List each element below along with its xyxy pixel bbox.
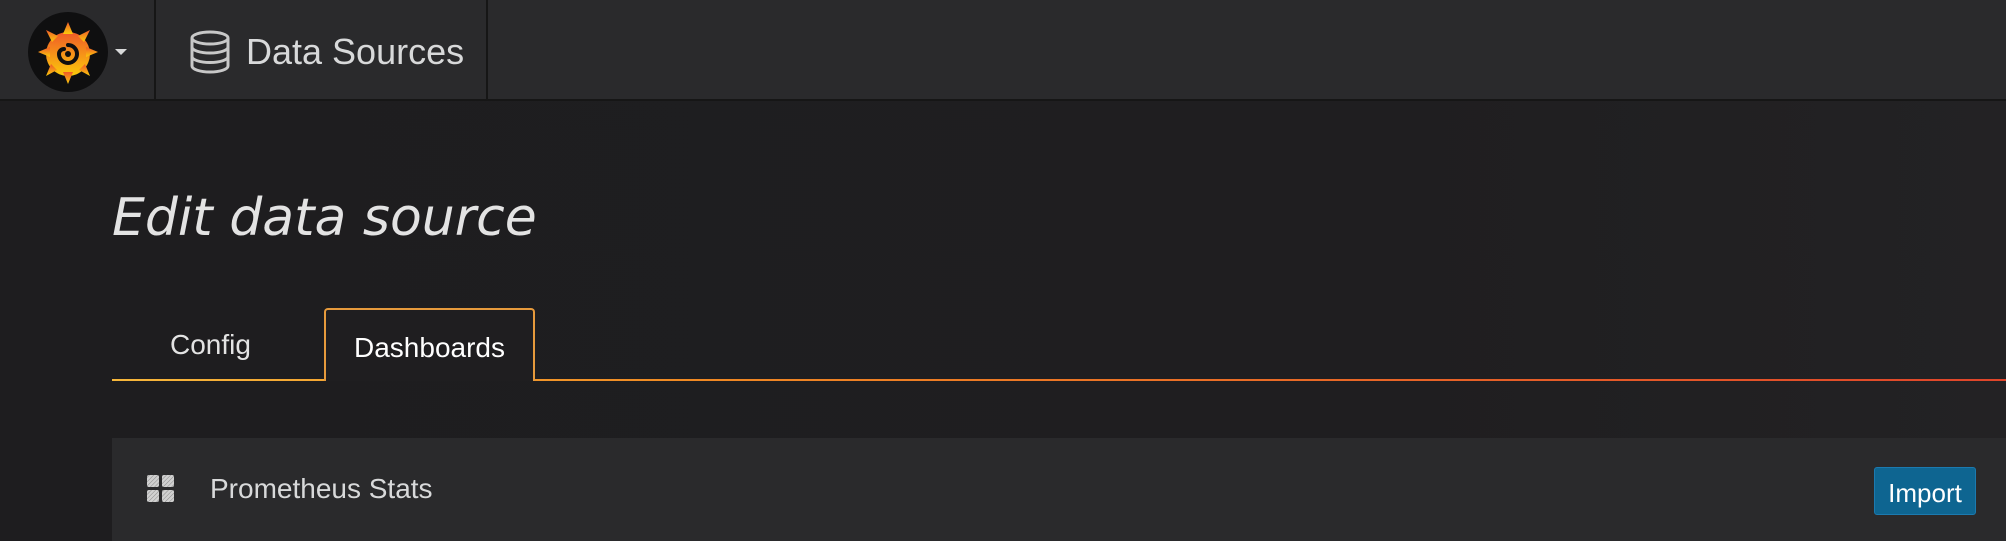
main-menu-button[interactable] bbox=[0, 0, 156, 101]
tab-config[interactable]: Config bbox=[112, 304, 312, 380]
page-title: Edit data source bbox=[112, 188, 537, 248]
dashboard-name: Prometheus Stats bbox=[210, 473, 433, 504]
section-title-label: Data Sources bbox=[246, 31, 465, 72]
caret-down-icon bbox=[115, 49, 127, 55]
import-button[interactable]: Import bbox=[1874, 467, 1976, 515]
tab-dashboards[interactable]: Dashboards bbox=[324, 308, 535, 381]
grafana-logo-icon bbox=[28, 12, 108, 92]
tab-dashboards-label: Dashboards bbox=[354, 332, 505, 363]
navbar-section-title[interactable]: Data Sources bbox=[158, 0, 488, 101]
dashboard-grid-icon bbox=[146, 474, 176, 509]
dashboard-list-item: Prometheus Stats Import bbox=[112, 438, 2006, 541]
tab-config-label: Config bbox=[170, 329, 251, 360]
database-icon bbox=[188, 30, 232, 79]
top-navbar: Data Sources bbox=[0, 0, 2006, 101]
